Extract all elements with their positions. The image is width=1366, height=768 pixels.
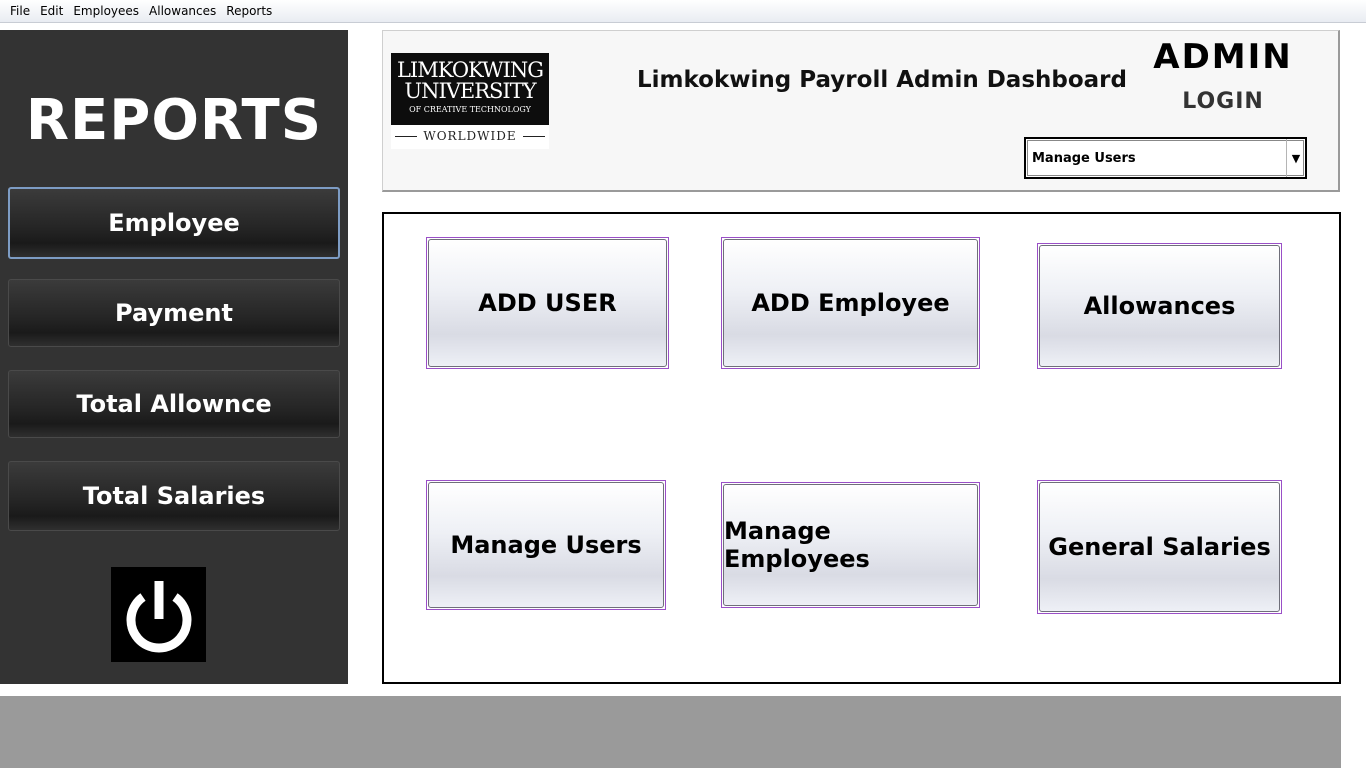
login-label: LOGIN (1182, 89, 1264, 114)
manage-select[interactable]: Manage Users ▼ (1024, 137, 1307, 179)
employee-report-button[interactable]: Employee (8, 187, 340, 259)
admin-label: ADMIN (1153, 37, 1293, 77)
footer-bar (0, 696, 1341, 768)
dashboard-header: LIMKOKWING UNIVERSITY OF CREATIVE TECHNO… (382, 30, 1340, 192)
reports-sidebar: REPORTS Employee Payment Total Allownce … (0, 30, 348, 684)
menu-file[interactable]: File (6, 4, 34, 18)
manage-select-value: Manage Users (1032, 151, 1136, 166)
add-employee-button[interactable]: ADD Employee (721, 237, 980, 369)
page-title: Limkokwing Payroll Admin Dashboard (637, 67, 1127, 93)
university-logo: LIMKOKWING UNIVERSITY OF CREATIVE TECHNO… (391, 53, 549, 149)
total-salaries-report-button[interactable]: Total Salaries (8, 461, 340, 531)
logo-line-4: WORLDWIDE (423, 129, 517, 143)
manage-users-button[interactable]: Manage Users (426, 480, 666, 610)
add-user-button[interactable]: ADD USER (426, 237, 669, 369)
menu-bar: File Edit Employees Allowances Reports (0, 0, 1366, 23)
total-allowance-report-button[interactable]: Total Allownce (8, 370, 340, 438)
logo-line-2: UNIVERSITY (404, 79, 536, 103)
power-button[interactable] (111, 567, 206, 662)
power-icon (126, 580, 191, 652)
menu-allowances[interactable]: Allowances (145, 4, 220, 18)
menu-reports[interactable]: Reports (222, 4, 276, 18)
payment-report-button[interactable]: Payment (8, 279, 340, 347)
logo-line-1: LIMKOKWING (396, 58, 544, 82)
general-salaries-button[interactable]: General Salaries (1037, 480, 1282, 614)
logo-line-3: OF CREATIVE TECHNOLOGY (409, 105, 531, 114)
menu-edit[interactable]: Edit (36, 4, 67, 18)
allowances-button[interactable]: Allowances (1037, 243, 1282, 369)
actions-panel: ADD USER ADD Employee Allowances Manage … (382, 212, 1341, 684)
add-user-label: ADD USER (428, 239, 667, 367)
manage-employees-label: Manage Employees (723, 484, 978, 606)
manage-users-label: Manage Users (428, 482, 664, 608)
general-salaries-label: General Salaries (1039, 482, 1280, 612)
manage-employees-button[interactable]: Manage Employees (721, 482, 980, 608)
sidebar-title: REPORTS (25, 88, 323, 153)
chevron-down-icon[interactable]: ▼ (1286, 139, 1305, 177)
allowances-label: Allowances (1039, 245, 1280, 367)
add-employee-label: ADD Employee (723, 239, 978, 367)
menu-employees[interactable]: Employees (69, 4, 143, 18)
